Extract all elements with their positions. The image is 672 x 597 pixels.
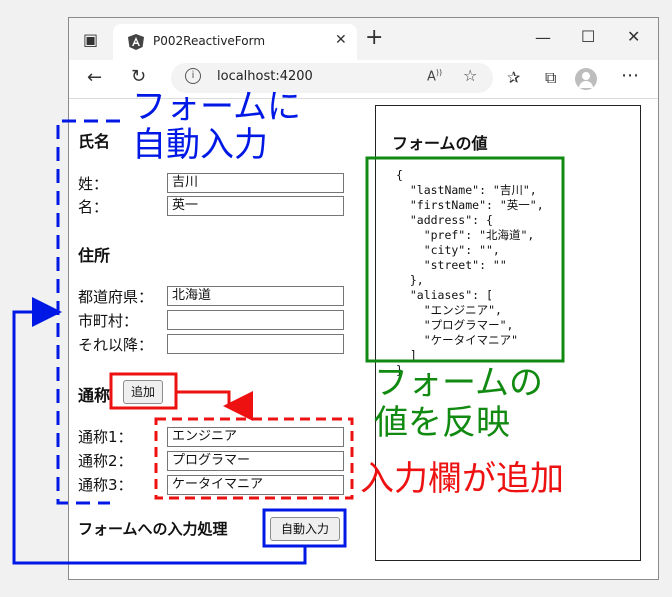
auto-fill-highlight <box>262 508 347 548</box>
add-arrow <box>176 390 253 421</box>
annotation-overlay <box>12 119 565 565</box>
json-highlight <box>365 156 565 363</box>
add-button-highlight <box>109 372 178 410</box>
auto-fill-annotation: フォームに 自動入力 <box>132 87 301 165</box>
reflect-annotation: フォームの 値を反映 <box>374 363 543 443</box>
added-annotation: 入力欄が追加 <box>360 459 564 499</box>
alias-fields-highlight <box>154 417 354 500</box>
form-bracket <box>56 119 120 505</box>
